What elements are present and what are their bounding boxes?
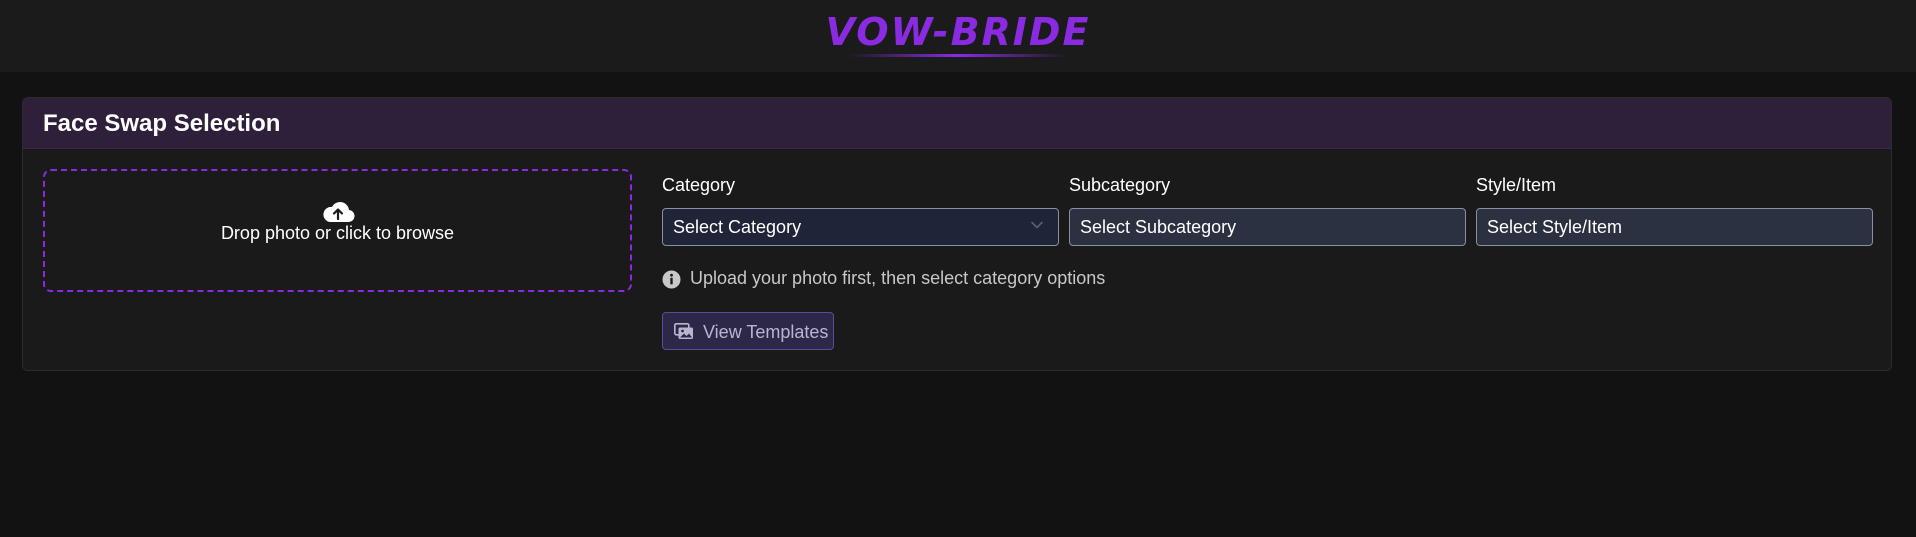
- category-select-value: Select Category: [673, 217, 802, 237]
- top-bar: VOW-BRIDE: [0, 0, 1916, 72]
- info-text: Upload your photo first, then select cat…: [690, 268, 1106, 288]
- brand-logo[interactable]: VOW-BRIDE: [0, 10, 1916, 54]
- images-icon: [674, 323, 693, 339]
- subcategory-label: Subcategory: [1069, 175, 1171, 195]
- style-select-value: Select Style/Item: [1487, 217, 1623, 237]
- category-select[interactable]: Select Category: [662, 208, 1059, 246]
- subcategory-select-value: Select Subcategory: [1080, 217, 1237, 237]
- style-label: Style/Item: [1476, 175, 1557, 195]
- card-header: Face Swap Selection: [23, 98, 1891, 149]
- chevron-down-icon: [1031, 221, 1043, 229]
- dropzone-text: Drop photo or click to browse: [220, 223, 455, 243]
- subcategory-select[interactable]: Select Subcategory: [1069, 208, 1466, 246]
- photo-dropzone[interactable]: Drop photo or click to browse: [43, 169, 632, 292]
- cloud-upload-icon: [323, 202, 355, 223]
- logo-underline: [848, 54, 1068, 57]
- category-label: Category: [662, 175, 736, 195]
- view-templates-button[interactable]: View Templates: [662, 312, 834, 350]
- view-templates-label: View Templates: [703, 322, 829, 342]
- card-title: Face Swap Selection: [43, 110, 281, 137]
- style-select[interactable]: Select Style/Item: [1476, 208, 1873, 246]
- info-icon: [662, 270, 681, 289]
- face-swap-card: Face Swap Selection Drop photo or click …: [22, 97, 1892, 371]
